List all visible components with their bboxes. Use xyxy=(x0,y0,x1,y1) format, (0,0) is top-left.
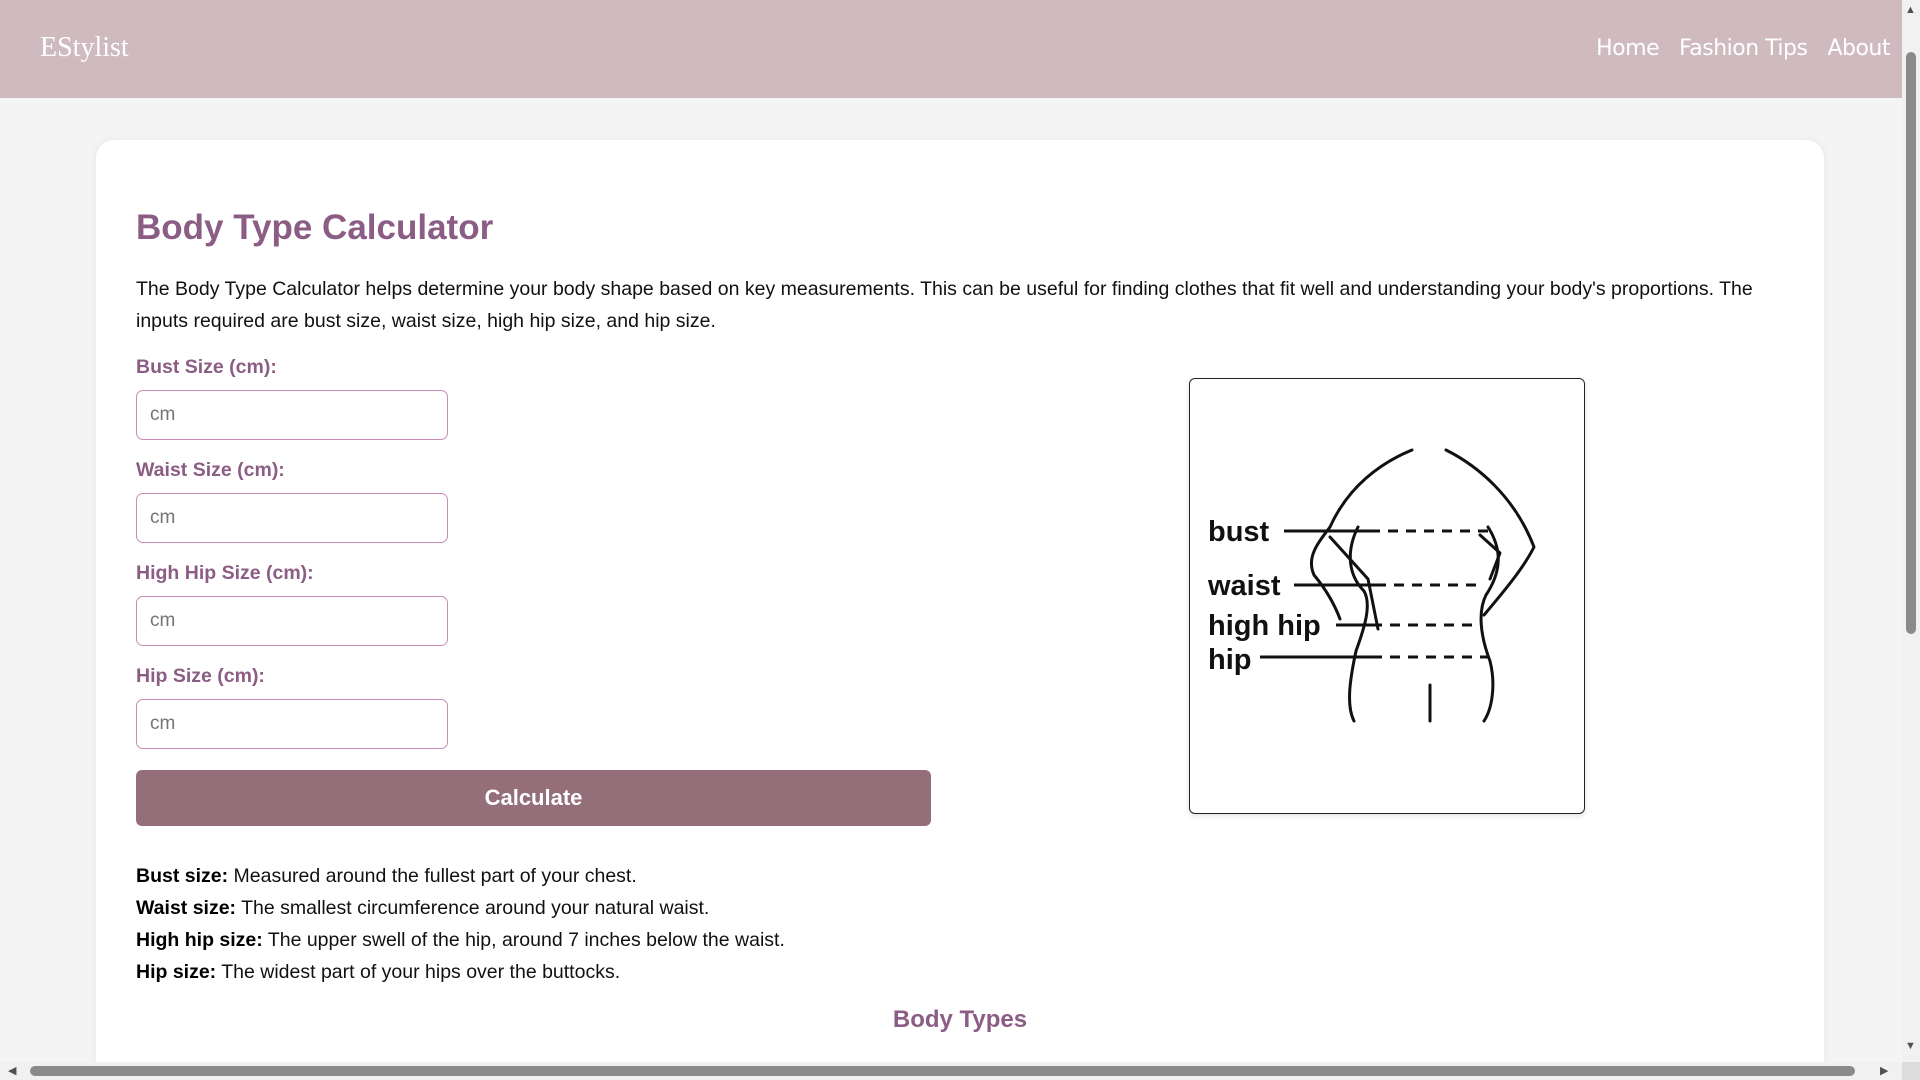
horizontal-scroll-thumb[interactable] xyxy=(30,1066,1855,1076)
diagram-label-high-hip: high hip xyxy=(1208,610,1321,642)
definition-text: The widest part of your hips over the bu… xyxy=(216,961,621,983)
high-hip-size-input[interactable] xyxy=(136,596,448,646)
vertical-scroll-thumb[interactable] xyxy=(1906,52,1916,634)
diagram-label-bust: bust xyxy=(1208,516,1270,548)
definition-term: Bust size: xyxy=(136,865,229,887)
main-nav: Home Fashion Tips About xyxy=(1596,36,1890,61)
definition-row: High hip size: The upper swell of the hi… xyxy=(136,924,785,956)
nav-link-about[interactable]: About xyxy=(1827,36,1890,61)
triangle-left-icon[interactable]: ◀ xyxy=(8,1064,16,1078)
body-measurement-diagram: bust waist high hip hip xyxy=(1189,378,1585,814)
measurement-definitions: Bust size: Measured around the fullest p… xyxy=(136,860,785,988)
site-logo[interactable]: EStylist xyxy=(40,32,129,64)
scrollbar-corner xyxy=(1902,1062,1920,1080)
bust-size-input[interactable] xyxy=(136,390,448,440)
waist-size-label: Waist Size (cm): xyxy=(136,459,285,481)
hip-size-label: Hip Size (cm): xyxy=(136,665,265,687)
definition-row: Waist size: The smallest circumference a… xyxy=(136,892,785,924)
page-title: Body Type Calculator xyxy=(136,208,494,247)
nav-link-home[interactable]: Home xyxy=(1596,36,1659,61)
diagram-label-waist: waist xyxy=(1207,570,1281,602)
definition-term: Waist size: xyxy=(136,897,237,919)
vertical-scrollbar[interactable]: ▲ ▼ xyxy=(1902,0,1920,1062)
diagram-label-hip: hip xyxy=(1208,644,1252,676)
calculator-card: Body Type Calculator The Body Type Calcu… xyxy=(96,140,1824,1080)
nav-link-fashion-tips[interactable]: Fashion Tips xyxy=(1679,36,1808,61)
definition-text: The smallest circumference around your n… xyxy=(236,897,710,919)
body-types-heading: Body Types xyxy=(892,1006,1028,1033)
top-navbar: EStylist Home Fashion Tips About xyxy=(0,0,1902,98)
body-silhouette-illustration: bust waist high hip hip xyxy=(1207,448,1536,723)
triangle-down-icon[interactable]: ▼ xyxy=(1905,1040,1916,1052)
triangle-right-icon[interactable]: ▶ xyxy=(1880,1064,1888,1078)
hip-size-input[interactable] xyxy=(136,699,448,749)
definition-term: High hip size: xyxy=(136,929,263,951)
horizontal-scrollbar[interactable]: ◀ ▶ xyxy=(0,1062,1902,1080)
intro-text: The Body Type Calculator helps determine… xyxy=(136,278,1753,332)
high-hip-size-label: High Hip Size (cm): xyxy=(136,562,314,584)
definition-term: Hip size: xyxy=(136,961,217,983)
triangle-up-icon[interactable]: ▲ xyxy=(1905,4,1916,16)
bust-size-label: Bust Size (cm): xyxy=(136,356,277,378)
definition-text: The upper swell of the hip, around 7 inc… xyxy=(262,929,785,951)
definition-text: Measured around the fullest part of your… xyxy=(228,865,637,887)
definition-row: Hip size: The widest part of your hips o… xyxy=(136,956,785,988)
waist-size-input[interactable] xyxy=(136,493,448,543)
definition-row: Bust size: Measured around the fullest p… xyxy=(136,860,785,892)
calculate-button[interactable]: Calculate xyxy=(136,770,931,826)
